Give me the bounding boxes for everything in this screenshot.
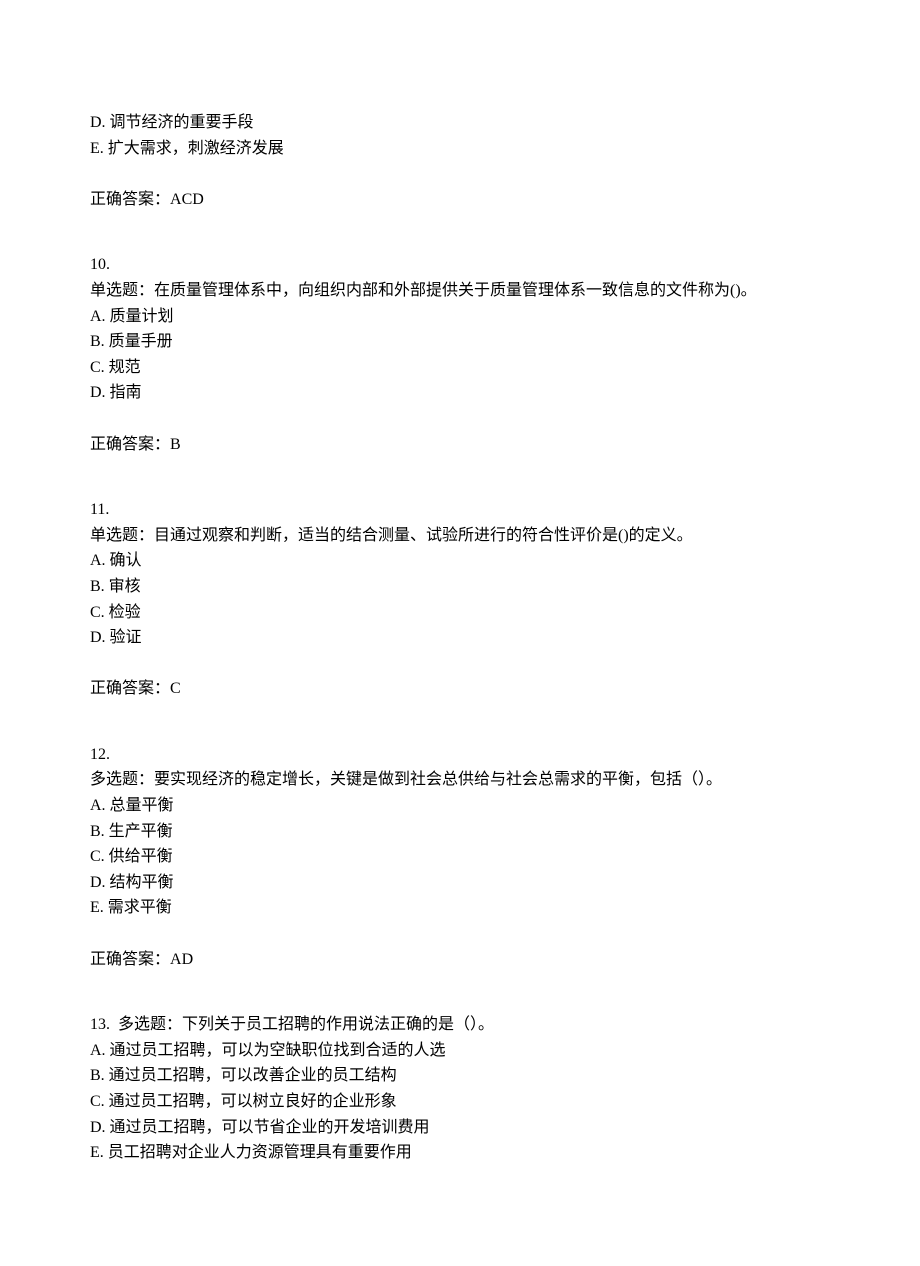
question-13: 13. 多选题：下列关于员工招聘的作用说法正确的是（）。 A. 通过员工招聘，可… <box>90 1012 830 1166</box>
option-b: B. 审核 <box>90 574 830 600</box>
document-page: D. 调节经济的重要手段 E. 扩大需求，刺激经济发展 正确答案：ACD 10.… <box>0 0 920 1266</box>
option-e: E. 员工招聘对企业人力资源管理具有重要作用 <box>90 1140 830 1166</box>
option-c: C. 通过员工招聘，可以树立良好的企业形象 <box>90 1089 830 1115</box>
question-number-stem: 13. 多选题：下列关于员工招聘的作用说法正确的是（）。 <box>90 1012 830 1038</box>
option-b: B. 生产平衡 <box>90 819 830 845</box>
question-stem: 单选题：在质量管理体系中，向组织内部和外部提供关于质量管理体系一致信息的文件称为… <box>90 278 830 304</box>
question-9-partial: D. 调节经济的重要手段 E. 扩大需求，刺激经济发展 正确答案：ACD <box>90 110 830 212</box>
option-e: E. 扩大需求，刺激经济发展 <box>90 136 830 162</box>
option-d: D. 结构平衡 <box>90 870 830 896</box>
option-a: A. 质量计划 <box>90 304 830 330</box>
question-number: 10. <box>90 252 830 278</box>
answer-line: 正确答案：ACD <box>90 187 830 213</box>
question-stem: 多选题：要实现经济的稳定增长，关键是做到社会总供给与社会总需求的平衡，包括（）。 <box>90 767 830 793</box>
answer-value: AD <box>170 951 193 968</box>
option-c: C. 检验 <box>90 600 830 626</box>
option-c: C. 供给平衡 <box>90 844 830 870</box>
option-a: A. 确认 <box>90 548 830 574</box>
answer-value: C <box>170 680 181 697</box>
option-b: B. 通过员工招聘，可以改善企业的员工结构 <box>90 1063 830 1089</box>
option-e: E. 需求平衡 <box>90 895 830 921</box>
answer-line: 正确答案：B <box>90 432 830 458</box>
option-a: A. 总量平衡 <box>90 793 830 819</box>
answer-label: 正确答案： <box>90 191 170 208</box>
option-c: C. 规范 <box>90 355 830 381</box>
question-number: 11. <box>90 497 830 523</box>
answer-line: 正确答案：AD <box>90 947 830 973</box>
answer-label: 正确答案： <box>90 680 170 697</box>
question-number: 12. <box>90 742 830 768</box>
answer-label: 正确答案： <box>90 436 170 453</box>
option-d: D. 指南 <box>90 380 830 406</box>
option-d: D. 调节经济的重要手段 <box>90 110 830 136</box>
answer-line: 正确答案：C <box>90 676 830 702</box>
question-stem: 单选题：目通过观察和判断，适当的结合测量、试验所进行的符合性评价是()的定义。 <box>90 523 830 549</box>
option-b: B. 质量手册 <box>90 329 830 355</box>
answer-label: 正确答案： <box>90 951 170 968</box>
question-11: 11. 单选题：目通过观察和判断，适当的结合测量、试验所进行的符合性评价是()的… <box>90 497 830 702</box>
question-12: 12. 多选题：要实现经济的稳定增长，关键是做到社会总供给与社会总需求的平衡，包… <box>90 742 830 972</box>
answer-value: B <box>170 436 181 453</box>
option-d: D. 通过员工招聘，可以节省企业的开发培训费用 <box>90 1115 830 1141</box>
option-d: D. 验证 <box>90 625 830 651</box>
question-10: 10. 单选题：在质量管理体系中，向组织内部和外部提供关于质量管理体系一致信息的… <box>90 252 830 457</box>
option-a: A. 通过员工招聘，可以为空缺职位找到合适的人选 <box>90 1038 830 1064</box>
answer-value: ACD <box>170 191 204 208</box>
